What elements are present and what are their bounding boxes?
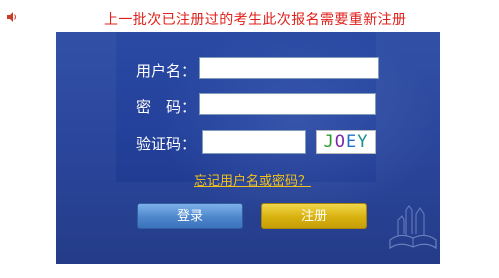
book-icon (389, 205, 437, 250)
login-button[interactable]: 登录 (137, 203, 243, 229)
username-input[interactable] (199, 57, 379, 79)
captcha-char: Y (357, 132, 369, 152)
speaker-icon[interactable] (6, 11, 18, 23)
captcha-image[interactable]: JOEY (316, 130, 376, 154)
captcha-char: J (323, 132, 335, 152)
captcha-input[interactable] (202, 130, 306, 154)
password-input[interactable] (199, 93, 376, 115)
captcha-label: 验证码： (135, 135, 196, 153)
register-button[interactable]: 注册 (261, 203, 367, 229)
login-panel: 用户名： 密 码： 验证码： JOEY 忘记用户名或密码？ 登录 注册 (56, 32, 440, 264)
registration-notice: 上一批次已注册过的考生此次报名需要重新注册 (104, 12, 407, 28)
username-label: 用户名： (135, 62, 196, 80)
forgot-credentials-link[interactable]: 忘记用户名或密码？ (194, 170, 311, 189)
password-label: 密 码： (135, 98, 196, 116)
captcha-char: E (346, 132, 358, 152)
captcha-char: O (334, 132, 346, 152)
